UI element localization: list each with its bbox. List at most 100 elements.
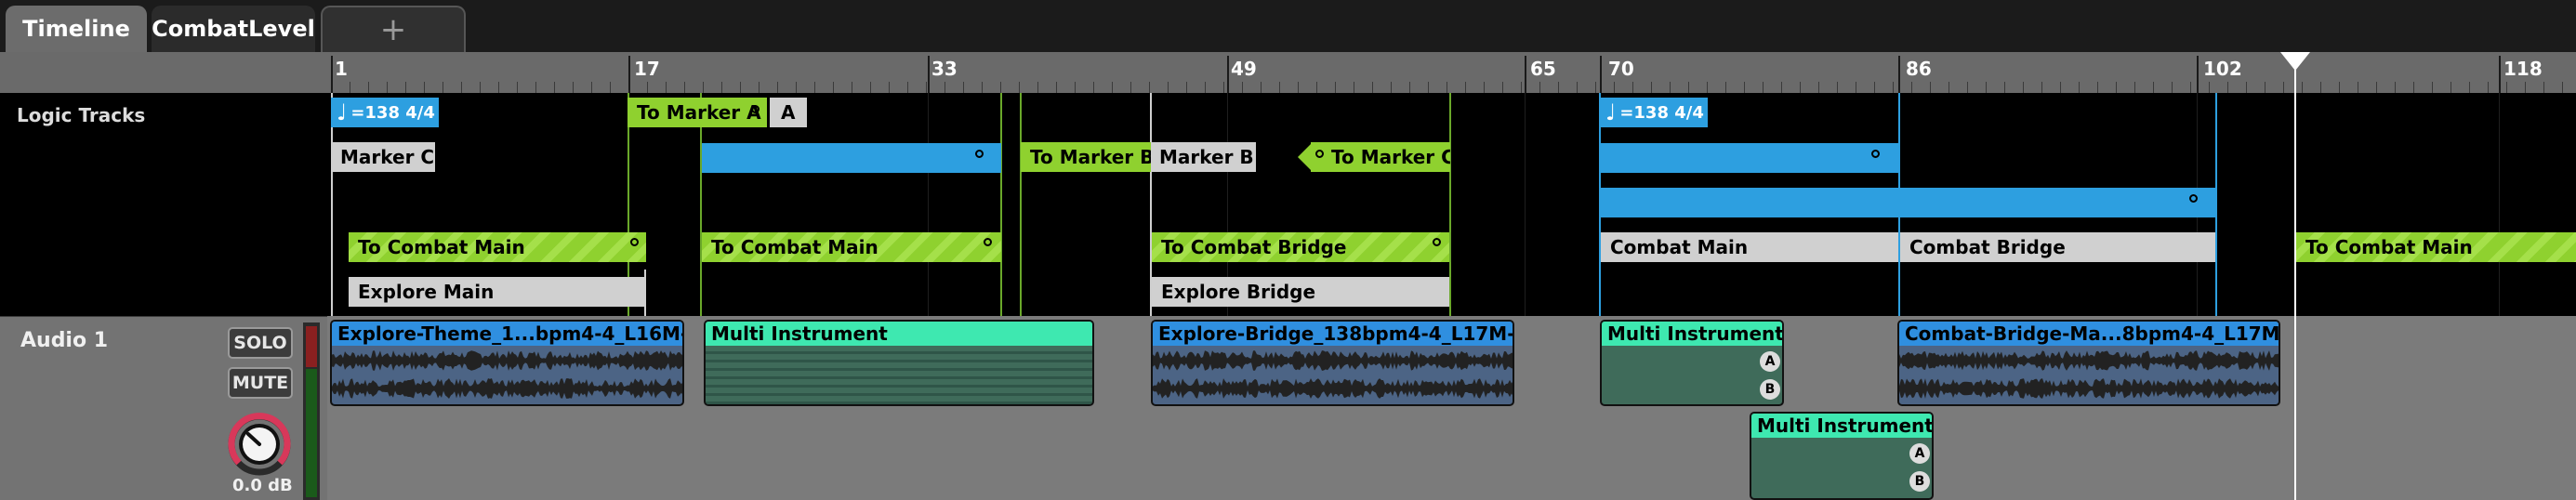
ruler-minor-tick [1595, 82, 1596, 93]
volume-knob-icon[interactable] [227, 412, 292, 477]
ruler-minor-tick [2302, 82, 2303, 93]
transition-to-marker-a[interactable]: To Marker A [627, 98, 767, 127]
ruler-minor-tick [1986, 82, 1987, 93]
variant-a-badge[interactable]: A [1909, 443, 1930, 464]
region-handle-icon[interactable] [984, 238, 992, 246]
ruler-minor-tick [2246, 82, 2247, 93]
ruler-minor-tick [1725, 82, 1726, 93]
ruler-minor-tick [368, 82, 369, 93]
region-label: To Combat Main [2305, 236, 2473, 258]
tempo-marker-label: =138 4/4 [1619, 102, 1704, 123]
region-handle-icon[interactable] [1871, 150, 1880, 158]
grid-line [928, 93, 929, 316]
ruler-minor-tick [777, 82, 778, 93]
region-handle-icon[interactable] [975, 150, 984, 158]
ruler-minor-tick [814, 82, 815, 93]
bar-number: 102 [2203, 58, 2242, 80]
region-combat-bridge[interactable]: Combat Bridge [1900, 232, 2215, 262]
region-explore-bridge[interactable]: Explore Bridge [1152, 277, 1449, 307]
ruler-major-tick [1898, 56, 1900, 93]
region-to-combat-main[interactable]: To Combat Main [702, 232, 1001, 262]
region-to-combat-main[interactable]: To Combat Main [2296, 232, 2576, 262]
ruler-minor-tick [2376, 82, 2377, 93]
ruler-minor-tick [1391, 82, 1392, 93]
ruler-minor-tick [2079, 82, 2080, 93]
blue-region[interactable] [702, 143, 1001, 173]
grid-line [1525, 93, 1526, 316]
volume-readout: 0.0 dB [232, 476, 293, 495]
ruler-minor-tick [1837, 82, 1838, 93]
ruler-minor-tick [1130, 82, 1131, 93]
region-combat-main[interactable]: Combat Main [1601, 232, 1898, 262]
variant-b-badge[interactable]: B [1909, 471, 1930, 492]
region-to-combat-bridge[interactable]: To Combat Bridge [1152, 232, 1449, 262]
playhead-line[interactable] [2294, 52, 2296, 500]
ruler-minor-tick [1930, 82, 1931, 93]
bar-number: 49 [1231, 58, 1257, 80]
transition-to-marker-b[interactable]: To Marker B [1021, 142, 1151, 172]
transition-handle-icon[interactable] [1315, 150, 1324, 158]
tempo-marker[interactable]: ♩ =138 4/4 [331, 98, 439, 127]
ruler-minor-tick [424, 82, 425, 93]
tab-timeline[interactable]: Timeline [6, 6, 147, 52]
ruler-minor-tick [1577, 82, 1578, 93]
mute-button[interactable]: MUTE [228, 367, 293, 399]
region-to-combat-main[interactable]: To Combat Main [349, 232, 646, 262]
blue-region[interactable] [1601, 143, 1898, 173]
ruler-minor-tick [889, 82, 890, 93]
transition-to-marker-c[interactable]: To Marker C [1311, 142, 1450, 172]
ruler-minor-tick [2041, 82, 2042, 93]
marker-c[interactable]: Marker C [331, 142, 435, 172]
region-label: Combat Bridge [1909, 236, 2066, 258]
transition-label: To Marker B [1030, 146, 1151, 168]
region-explore-main[interactable]: Explore Main [349, 277, 646, 307]
add-tab-button[interactable]: + [321, 6, 466, 52]
ruler-minor-tick [703, 82, 704, 93]
audio-clip[interactable]: Multi Instrument [704, 320, 1094, 406]
tempo-marker-label: =138 4/4 [350, 102, 435, 123]
ruler-minor-tick [1539, 82, 1540, 93]
ruler-minor-tick [796, 82, 797, 93]
audio-clip[interactable]: Combat-Bridge-Ma...8bpm4-4_L17M-P1B [1897, 320, 2280, 406]
clip-title: Explore-Bridge_138bpm4-4_L17M-P0 [1153, 322, 1513, 346]
ruler-minor-tick [1168, 82, 1169, 93]
ruler-minor-tick [1893, 82, 1894, 93]
solo-button[interactable]: SOLO [228, 327, 293, 359]
transition-label: To Marker A [637, 101, 761, 124]
audio-clip[interactable]: Explore-Bridge_138bpm4-4_L17M-P0 [1151, 320, 1514, 406]
bar-number: 65 [1530, 58, 1556, 80]
audio-clip[interactable]: Multi Instrument A B [1750, 412, 1934, 500]
transition-handle-icon[interactable] [751, 105, 760, 113]
audio-clip[interactable]: Multi Instrument A B [1600, 320, 1784, 406]
variant-b-badge[interactable]: B [1760, 379, 1780, 400]
tempo-marker[interactable]: ♩ =138 4/4 [1600, 98, 1708, 127]
tab-combatlevel[interactable]: CombatLevel [152, 6, 315, 52]
playhead-marker-icon[interactable] [2280, 52, 2310, 71]
ruler-minor-tick [1651, 82, 1652, 93]
ruler-minor-tick [1037, 82, 1038, 93]
ruler-minor-tick [2153, 82, 2154, 93]
ruler-minor-tick [926, 82, 927, 93]
ruler-major-tick [2499, 56, 2501, 93]
marker-a-tag[interactable]: A [770, 98, 807, 127]
track-name[interactable]: Audio 1 [20, 329, 108, 352]
ruler-minor-tick [833, 82, 834, 93]
audio-clip[interactable]: Explore-Theme_1...bpm4-4_L16M-P1M [330, 320, 684, 406]
ruler-major-tick [331, 56, 333, 93]
mute-label: MUTE [231, 373, 289, 393]
blue-region[interactable] [1601, 188, 2215, 217]
marker-b[interactable]: Marker B [1150, 142, 1256, 172]
ruler-minor-tick [1093, 82, 1094, 93]
ruler-minor-tick [1484, 82, 1485, 93]
marker-a-label: A [781, 101, 796, 124]
region-handle-icon[interactable] [2189, 194, 2198, 203]
region-label: Explore Bridge [1161, 281, 1316, 303]
region-label: To Combat Main [711, 236, 878, 258]
region-handle-icon[interactable] [630, 238, 639, 246]
waveform [332, 346, 682, 404]
ruler-minor-tick [1688, 82, 1689, 93]
ruler-minor-tick [1186, 82, 1187, 93]
variant-a-badge[interactable]: A [1760, 351, 1780, 372]
ruler-minor-tick [1279, 82, 1280, 93]
region-handle-icon[interactable] [1433, 238, 1441, 246]
